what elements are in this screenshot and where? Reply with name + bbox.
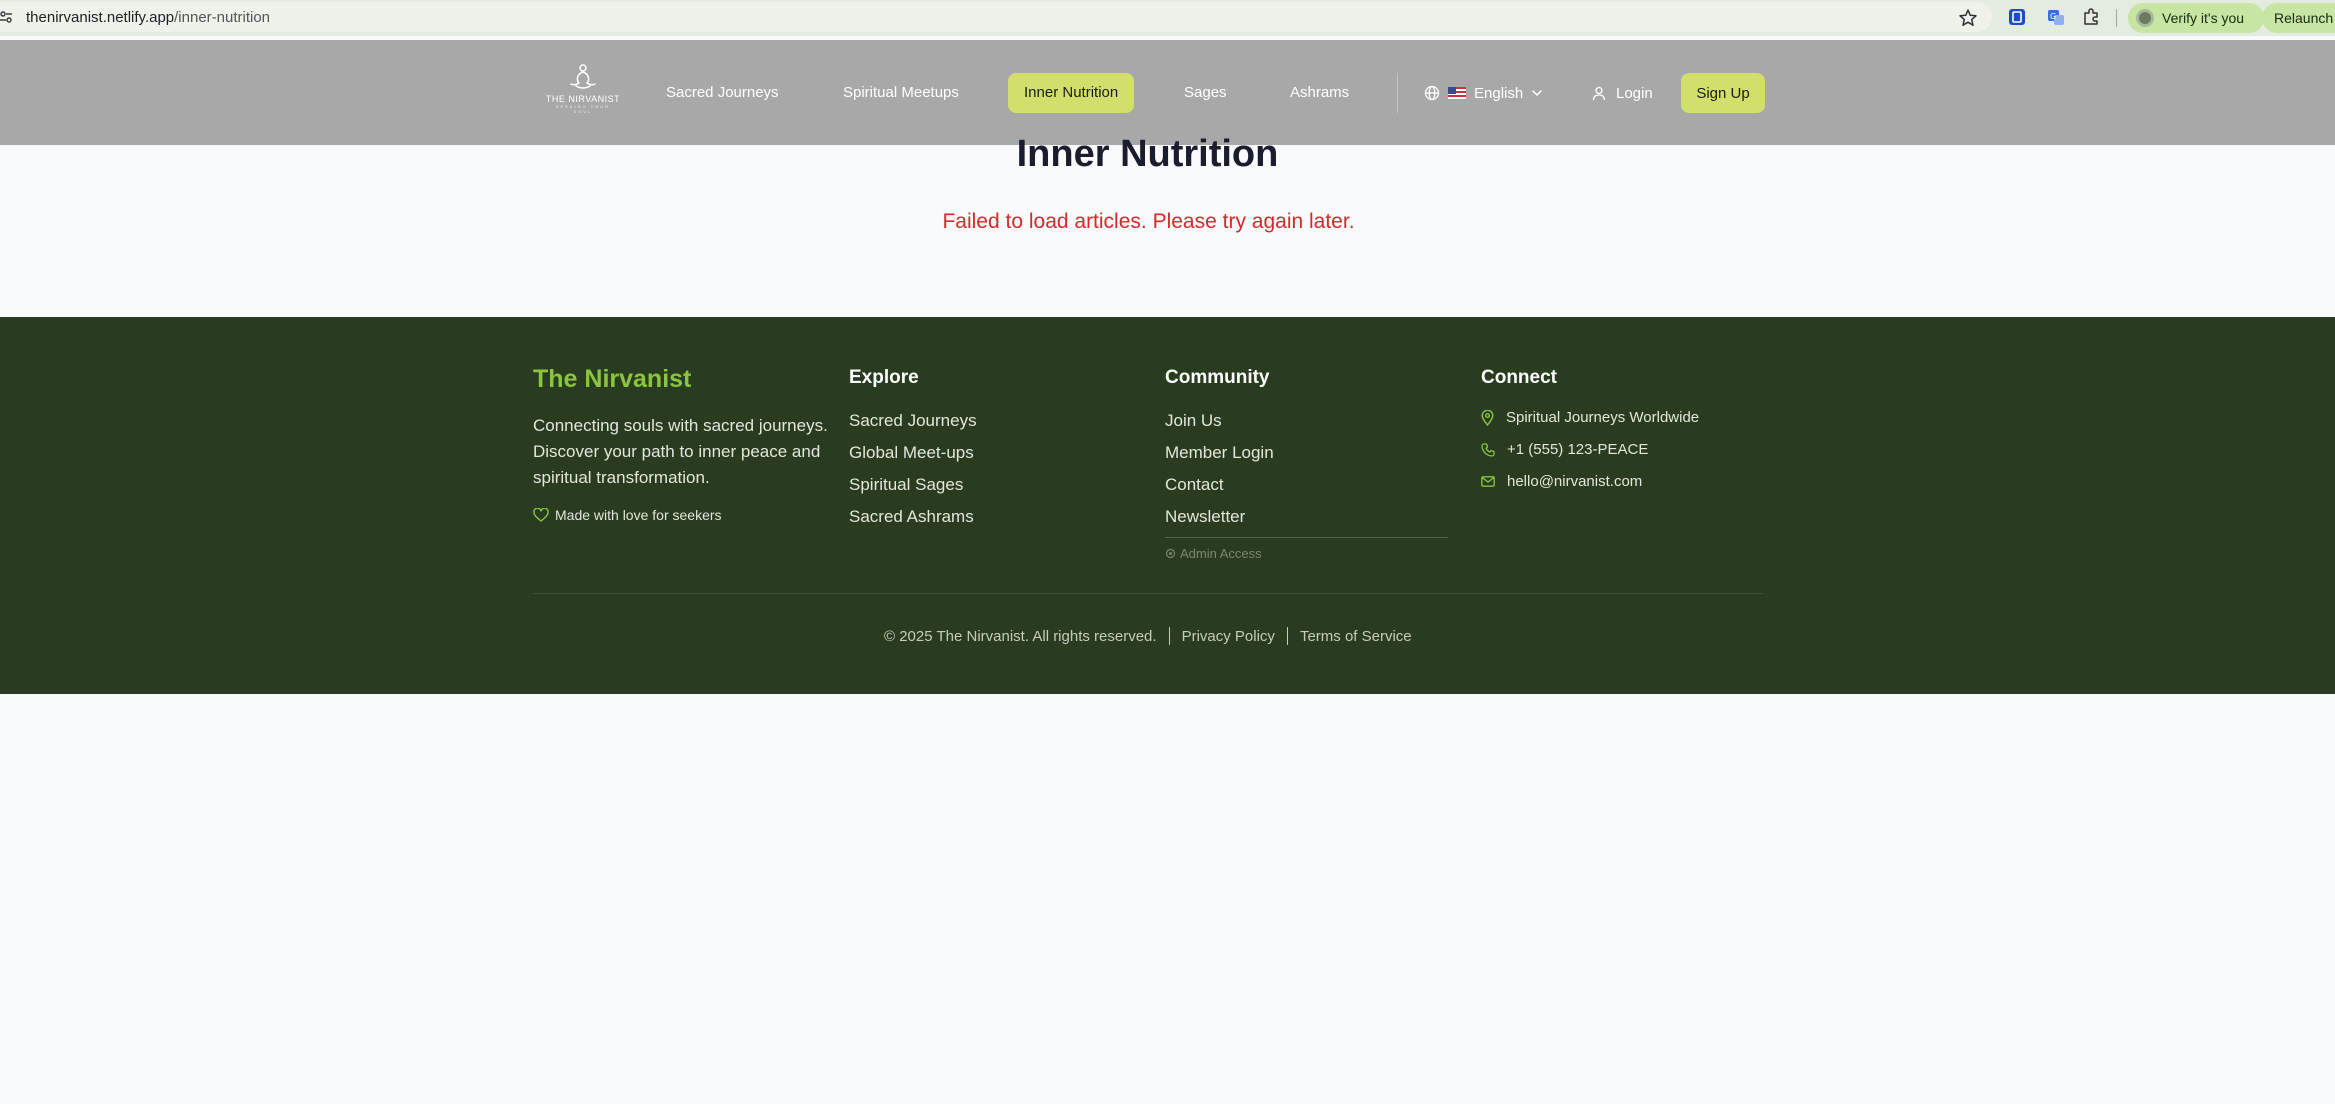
contact-email[interactable]: hello@nirvanist.com	[1481, 473, 1642, 490]
site-settings-icon[interactable]	[0, 11, 14, 23]
explore-heading: Explore	[849, 367, 919, 388]
location-text: Spiritual Journeys Worldwide	[1506, 409, 1700, 426]
made-with-love-text: Made with love for seekers	[555, 507, 722, 523]
nav-spiritual-meetups[interactable]: Spiritual Meetups	[827, 73, 975, 113]
nav-sacred-journeys[interactable]: Sacred Journeys	[650, 73, 795, 113]
svg-text:G: G	[2050, 12, 2056, 21]
us-flag-icon	[1448, 87, 1466, 99]
footer-divider	[533, 593, 1763, 594]
email-text: hello@nirvanist.com	[1507, 473, 1643, 490]
nav-ashrams[interactable]: Ashrams	[1274, 73, 1365, 113]
site-logo[interactable]: THE NIRVANIST SEEKING YOUR SOUL	[545, 62, 621, 122]
community-heading: Community	[1165, 367, 1270, 388]
password-manager-extension-icon[interactable]	[2007, 7, 2027, 27]
footer-bottom-bar: © 2025 The Nirvanist. All rights reserve…	[884, 627, 1412, 645]
footer-link-global-meetups[interactable]: Global Meet-ups	[849, 443, 974, 463]
made-with-love: Made with love for seekers	[533, 507, 722, 523]
chevron-down-icon	[1532, 90, 1542, 97]
footer-link-spiritual-sages[interactable]: Spiritual Sages	[849, 475, 963, 495]
terms-of-service-link[interactable]: Terms of Service	[1300, 628, 1412, 645]
privacy-policy-link[interactable]: Privacy Policy	[1182, 628, 1275, 645]
copyright-text: © 2025 The Nirvanist. All rights reserve…	[884, 627, 1157, 645]
nav-divider	[1397, 73, 1398, 113]
contact-phone[interactable]: +1 (555) 123-PEACE	[1481, 441, 1648, 458]
footer-link-newsletter[interactable]: Newsletter	[1165, 507, 1245, 527]
meditation-logo-icon	[570, 64, 596, 89]
relaunch-label: Relaunch	[2274, 10, 2334, 26]
footer-link-sacred-journeys[interactable]: Sacred Journeys	[849, 411, 977, 431]
logo-text: THE NIRVANIST	[545, 94, 621, 104]
footer-separator	[1286, 627, 1288, 645]
footer-link-member-login[interactable]: Member Login	[1165, 443, 1274, 463]
phone-icon	[1481, 442, 1495, 457]
footer-brand-description: Connecting souls with sacred journeys. D…	[533, 416, 828, 487]
footer-link-join-us[interactable]: Join Us	[1165, 411, 1222, 431]
footer-link-contact[interactable]: Contact	[1165, 475, 1224, 495]
address-bar[interactable]: thenirvanist.netlify.app/inner-nutrition	[0, 2, 1992, 32]
bookmark-star-icon[interactable]	[1958, 8, 1978, 28]
signup-button[interactable]: Sign Up	[1681, 73, 1765, 113]
url-path: /inner-nutrition	[174, 8, 271, 26]
mail-icon	[1481, 476, 1495, 487]
translate-extension-icon[interactable]: G	[2046, 7, 2066, 27]
footer-brand-name: The Nirvanist	[533, 365, 692, 393]
map-pin-icon	[1481, 409, 1494, 426]
nav-sages[interactable]: Sages	[1168, 73, 1243, 113]
login-label: Login	[1616, 84, 1653, 102]
admin-access-label: Admin Access	[1180, 546, 1262, 561]
heart-icon	[533, 508, 549, 522]
login-link[interactable]: Login	[1592, 73, 1653, 113]
admin-gear-icon	[1165, 548, 1176, 559]
url-text[interactable]: thenirvanist.netlify.app/inner-nutrition	[26, 9, 270, 26]
verify-label: Verify it's you	[2162, 10, 2245, 26]
footer-separator	[1168, 627, 1170, 645]
verify-identity-button[interactable]: Verify it's you	[2128, 3, 2264, 33]
admin-access-link[interactable]: Admin Access	[1165, 546, 1262, 561]
site-footer: The Nirvanist Connecting souls with sacr…	[0, 317, 2335, 694]
user-icon	[1592, 86, 1606, 100]
error-message: Failed to load articles. Please try agai…	[942, 210, 1355, 233]
logo-tagline: SEEKING YOUR SOUL	[555, 104, 611, 114]
site-header: THE NIRVANIST SEEKING YOUR SOUL Sacred J…	[0, 40, 2335, 145]
globe-icon	[1424, 85, 1440, 101]
nav-inner-nutrition[interactable]: Inner Nutrition	[1008, 73, 1135, 113]
contact-location: Spiritual Journeys Worldwide	[1481, 409, 1699, 426]
language-selector[interactable]: English	[1424, 73, 1551, 113]
admin-divider	[1165, 537, 1448, 538]
extensions-puzzle-icon[interactable]	[2081, 7, 2101, 27]
relaunch-button[interactable]: Relaunch	[2262, 3, 2335, 33]
profile-avatar-icon	[2136, 9, 2154, 27]
language-label: English	[1474, 84, 1524, 102]
footer-link-sacred-ashrams[interactable]: Sacred Ashrams	[849, 507, 974, 527]
connect-heading: Connect	[1481, 367, 1557, 388]
toolbar-divider	[2116, 9, 2117, 27]
browser-toolbar: thenirvanist.netlify.app/inner-nutrition…	[0, 0, 2335, 36]
phone-text: +1 (555) 123-PEACE	[1507, 441, 1649, 458]
page-title: Inner Nutrition	[1016, 133, 1279, 175]
url-host: thenirvanist.netlify.app	[26, 8, 175, 26]
